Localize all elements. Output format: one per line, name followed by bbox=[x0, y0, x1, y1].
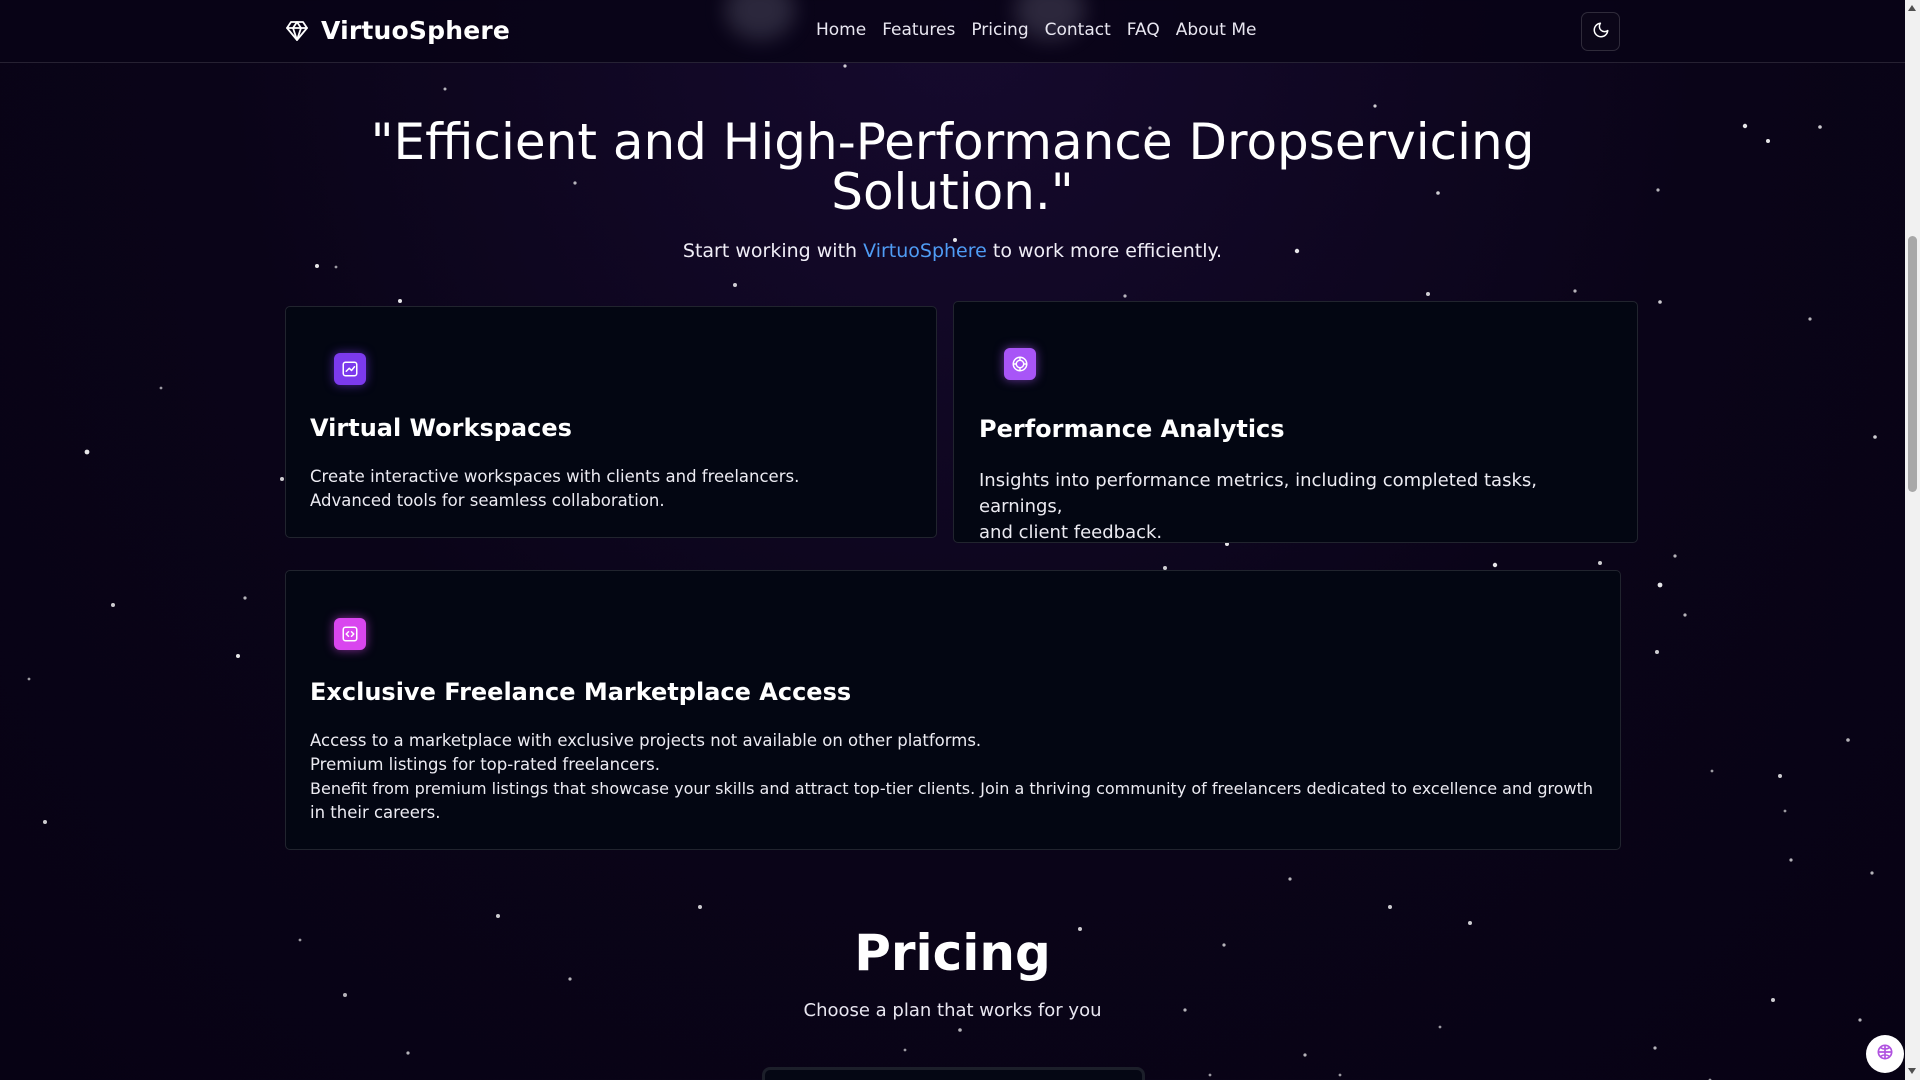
feature-description-line: Premium listings for top-rated freelance… bbox=[310, 755, 660, 774]
feature-title: Exclusive Freelance Marketplace Access bbox=[310, 678, 852, 706]
nav-link-pricing[interactable]: Pricing bbox=[971, 20, 1028, 40]
feature-description: Create interactive workspaces with clien… bbox=[310, 465, 910, 513]
nav-link-features[interactable]: Features bbox=[882, 20, 955, 40]
feature-description-line: Insights into performance metrics, inclu… bbox=[979, 470, 1537, 517]
nav-link-faq[interactable]: FAQ bbox=[1127, 20, 1160, 40]
hero-title: "Efficient and High-Performance Dropserv… bbox=[330, 117, 1575, 217]
pricing-plan-card bbox=[762, 1067, 1145, 1080]
hero-subtitle: Start working with VirtuoSphere to work … bbox=[330, 240, 1575, 262]
floating-extension-button[interactable] bbox=[1866, 1035, 1904, 1073]
feature-card-performance-analytics: Performance Analytics Insights into perf… bbox=[953, 301, 1638, 543]
feature-title: Virtual Workspaces bbox=[310, 414, 572, 442]
scroll-down-arrow-icon[interactable] bbox=[1908, 1068, 1916, 1074]
brand-name: VirtuoSphere bbox=[321, 16, 511, 45]
theme-toggle-button[interactable] bbox=[1581, 12, 1620, 51]
chart-icon bbox=[334, 353, 366, 385]
feature-description-line: Benefit from premium listings that showc… bbox=[310, 779, 1594, 798]
nav-link-about-me[interactable]: About Me bbox=[1176, 20, 1257, 40]
feature-description: Access to a marketplace with exclusive p… bbox=[310, 729, 1600, 825]
feature-description: Insights into performance metrics, inclu… bbox=[979, 468, 1619, 546]
code-icon bbox=[334, 618, 366, 650]
feature-description-line: in their careers. bbox=[310, 803, 441, 822]
scroll-up-arrow-icon[interactable] bbox=[1908, 5, 1916, 11]
feature-card-virtual-workspaces: Virtual Workspaces Create interactive wo… bbox=[285, 306, 937, 538]
pricing-subtitle: Choose a plan that works for you bbox=[803, 1000, 1102, 1021]
target-icon bbox=[1004, 348, 1036, 380]
brand-logo[interactable]: VirtuoSphere bbox=[285, 16, 510, 45]
nav-blur-decoration bbox=[725, 0, 795, 40]
navbar: VirtuoSphere Home Features Pricing Conta… bbox=[0, 0, 1905, 63]
feature-title: Performance Analytics bbox=[979, 415, 1285, 443]
feature-description-line: and client feedback. bbox=[979, 522, 1163, 543]
hero-title-line: Solution." bbox=[831, 163, 1074, 221]
hero-brand-link[interactable]: VirtuoSphere bbox=[863, 240, 987, 262]
hero-title-line: "Efficient and High-Performance Dropserv… bbox=[370, 113, 1535, 171]
diamond-icon bbox=[285, 19, 309, 43]
scrollbar-thumb[interactable] bbox=[1908, 236, 1917, 492]
feature-description-line: Access to a marketplace with exclusive p… bbox=[310, 731, 982, 750]
nav-links: Home Features Pricing Contact FAQ About … bbox=[816, 20, 1257, 40]
feature-description-line: Advanced tools for seamless collaboratio… bbox=[310, 491, 665, 510]
hero-subtitle-text: Start working with bbox=[682, 240, 864, 262]
hero-subtitle-text: to work more efficiently. bbox=[986, 240, 1223, 262]
feature-card-marketplace-access: Exclusive Freelance Marketplace Access A… bbox=[285, 570, 1621, 850]
page-scrollbar[interactable] bbox=[1905, 0, 1920, 1080]
nav-link-contact[interactable]: Contact bbox=[1045, 20, 1111, 40]
nav-link-home[interactable]: Home bbox=[816, 20, 866, 40]
moon-icon bbox=[1592, 21, 1610, 43]
pricing-title: Pricing bbox=[854, 924, 1051, 982]
feature-description-line: Create interactive workspaces with clien… bbox=[310, 467, 800, 486]
brain-icon bbox=[1875, 1042, 1895, 1066]
